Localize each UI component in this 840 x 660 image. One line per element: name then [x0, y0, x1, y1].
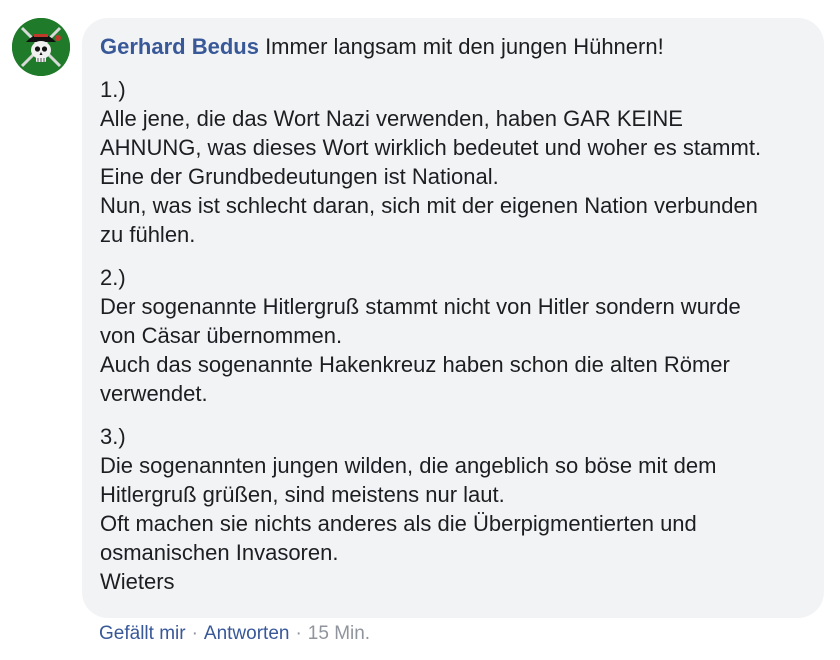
author-name-link[interactable]: Gerhard Bedus — [100, 34, 259, 59]
comment-header: Gerhard Bedus Immer langsam mit den jung… — [100, 33, 810, 61]
paragraph-line: 3.) — [100, 424, 126, 449]
action-separator: · — [191, 623, 198, 644]
paragraph-line: Die sogenannten jungen wilden, die angeb… — [100, 453, 717, 478]
paragraph-line: zu fühlen. — [100, 222, 196, 247]
comment-actions: Gefällt mir · Antworten · 15 Min. — [99, 622, 370, 646]
action-separator: · — [295, 623, 302, 644]
paragraph-line: 2.) — [100, 265, 126, 290]
paragraph-line: Alle jene, die das Wort Nazi verwenden, … — [100, 106, 683, 131]
avatar[interactable] — [12, 18, 70, 76]
paragraph-line: Wieters — [100, 569, 175, 594]
comment-bubble: Gerhard Bedus Immer langsam mit den jung… — [82, 18, 824, 618]
paragraph-line: Hitlergruß grüßen, sind meistens nur lau… — [100, 482, 505, 507]
paragraph-line: Eine der Grundbedeutungen ist National. — [100, 164, 499, 189]
paragraph-line: Auch das sogenannte Hakenkreuz haben sch… — [100, 352, 730, 377]
skull-crossed-swords-icon — [12, 18, 70, 76]
paragraph-line: 1.) — [100, 77, 126, 102]
paragraph-line: AHNUNG, was dieses Wort wirklich bedeute… — [100, 135, 762, 160]
paragraph-line: verwendet. — [100, 381, 208, 406]
paragraph-line: von Cäsar übernommen. — [100, 323, 343, 348]
timestamp-link[interactable]: 15 Min. — [308, 623, 370, 644]
comment-intro-text: Immer langsam mit den jungen Hühnern! — [265, 34, 664, 59]
reply-link[interactable]: Antworten — [204, 623, 290, 644]
comment-paragraph-3: 3.) Die sogenannten jungen wilden, die a… — [100, 422, 810, 596]
like-link[interactable]: Gefällt mir — [99, 623, 186, 644]
paragraph-line: Der sogenannte Hitlergruß stammt nicht v… — [100, 294, 741, 319]
comment-paragraph-2: 2.) Der sogenannte Hitlergruß stammt nic… — [100, 263, 810, 408]
paragraph-line: Oft machen sie nichts anderes als die Üb… — [100, 511, 697, 536]
comment-paragraph-1: 1.) Alle jene, die das Wort Nazi verwend… — [100, 75, 810, 249]
paragraph-line: osmanischen Invasoren. — [100, 540, 339, 565]
paragraph-line: Nun, was ist schlecht daran, sich mit de… — [100, 193, 758, 218]
